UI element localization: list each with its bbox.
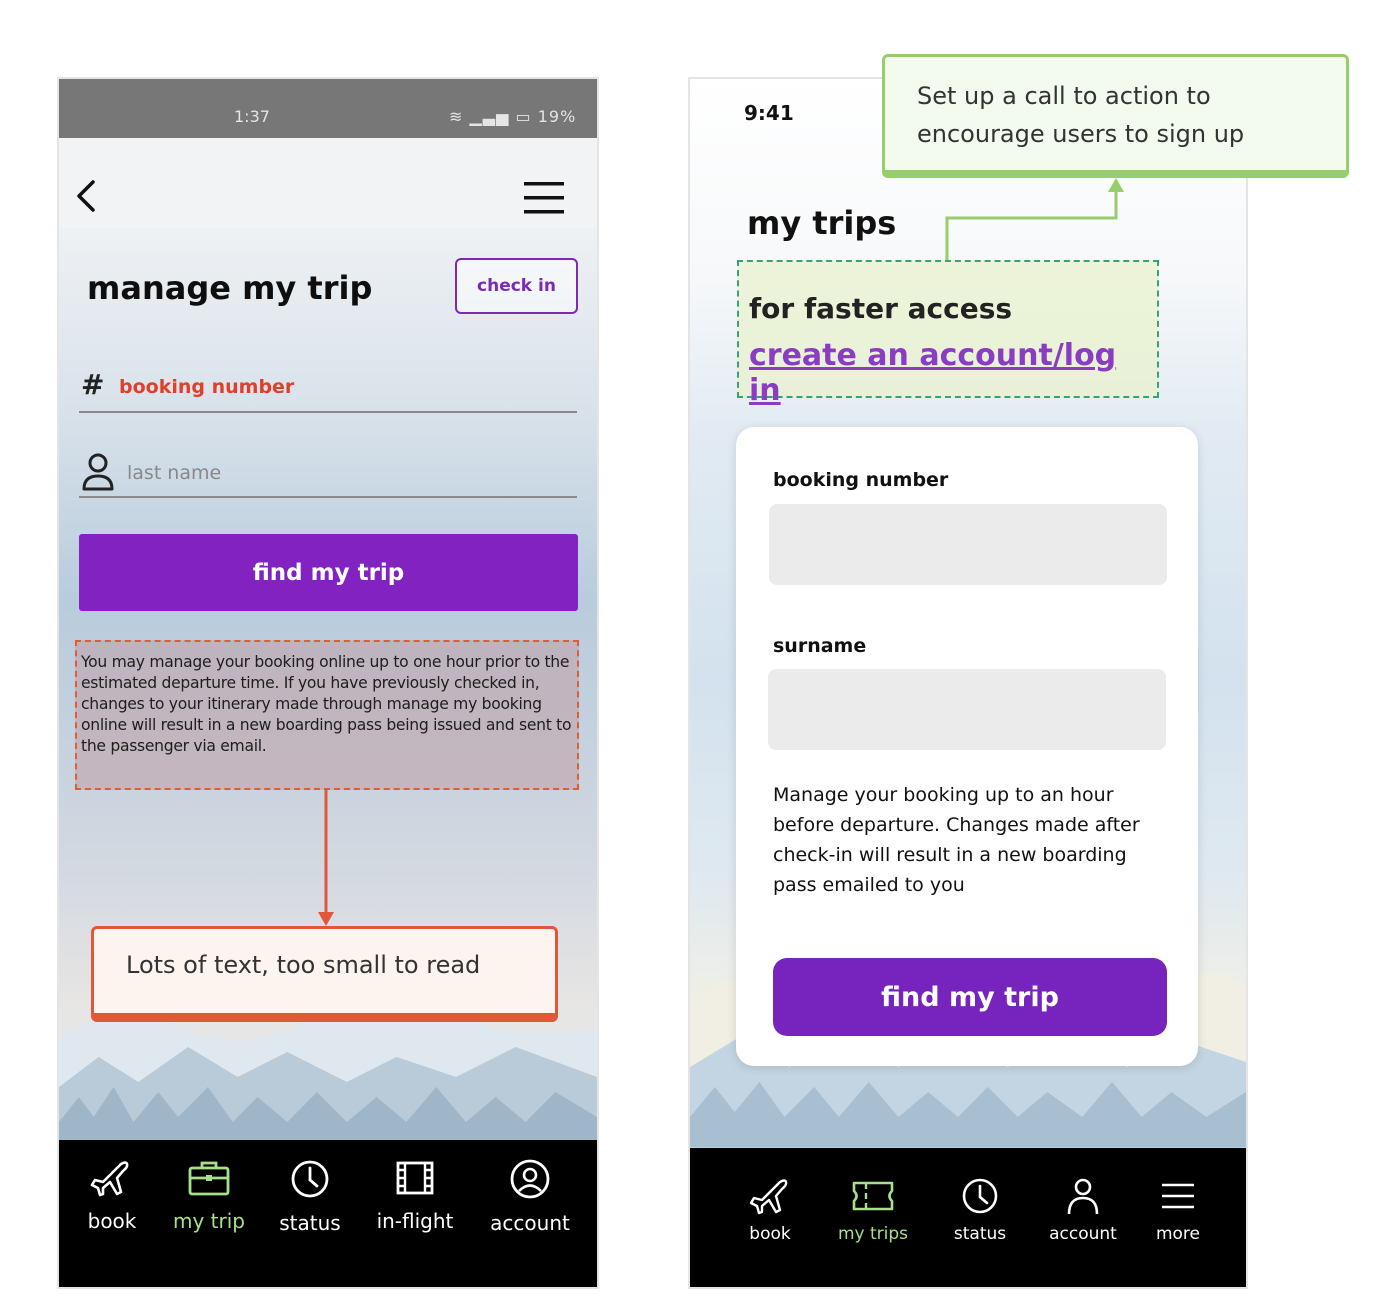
battery-percent: 19% — [537, 107, 577, 126]
cta-highlight: for faster access create an account/log … — [737, 260, 1159, 408]
find-my-trip-button[interactable]: find my trip — [79, 534, 578, 611]
booking-number-placeholder: booking number — [119, 376, 295, 398]
nav-my-trip[interactable]: my trip — [171, 1158, 247, 1233]
booking-number-input[interactable] — [769, 504, 1167, 585]
nav-my-trips[interactable]: my trips — [832, 1176, 914, 1244]
plane-icon — [90, 1161, 129, 1197]
nav-book[interactable]: book — [736, 1176, 804, 1244]
nav-in-flight-label: in-flight — [376, 1209, 454, 1233]
status-time: 9:41 — [744, 101, 794, 125]
booking-number-label: booking number — [773, 469, 949, 491]
status-icons: ≋ ▁▃▅ ▭ 19% — [449, 107, 576, 126]
page-title: my trips — [747, 204, 897, 242]
cta-text: for faster access — [749, 292, 1013, 325]
nav-status[interactable]: status — [948, 1176, 1012, 1244]
top-bar — [59, 138, 597, 228]
signal-icon: ▁▃▅ — [469, 107, 510, 126]
surname-label: surname — [773, 635, 867, 657]
nav-book-label: book — [87, 1209, 137, 1233]
nav-more-label: more — [1155, 1224, 1201, 1244]
back-chevron-icon[interactable] — [73, 176, 99, 216]
menu-icon — [1162, 1183, 1194, 1209]
nav-in-flight[interactable]: in-flight — [369, 1158, 461, 1233]
find-my-trip-button[interactable]: find my trip — [773, 958, 1167, 1036]
old-design-screen: 1:37 ≋ ▁▃▅ ▭ 19% manage my trip check in… — [57, 77, 599, 1289]
help-text: Manage your booking up to an hour before… — [773, 784, 1140, 896]
last-name-field[interactable]: last name — [79, 448, 577, 498]
nav-account-label: account — [490, 1211, 570, 1235]
annotation-arrow-left — [318, 788, 334, 926]
create-account-link[interactable]: create an account/log in — [749, 338, 1157, 408]
person-icon — [82, 453, 114, 491]
info-text-highlight: You may manage your booking online up to… — [75, 640, 579, 790]
bottom-nav: book my trip status in-flight account — [59, 1140, 597, 1287]
annotation-arrow-right — [945, 178, 1124, 260]
hash-icon: # — [81, 368, 105, 401]
clock-icon — [291, 1160, 329, 1198]
status-time: 1:37 — [234, 107, 270, 126]
nav-book-label: book — [749, 1224, 791, 1244]
nav-status[interactable]: status — [277, 1158, 343, 1235]
bottom-nav: book my trips status account more — [690, 1148, 1246, 1287]
check-in-button[interactable]: check in — [455, 258, 578, 314]
annotation-callout-left: Lots of text, too small to read — [91, 926, 558, 1022]
last-name-placeholder: last name — [127, 462, 222, 484]
nav-book[interactable]: book — [79, 1158, 145, 1233]
nav-status-label: status — [953, 1224, 1007, 1244]
nav-my-trip-label: my trip — [173, 1209, 245, 1233]
nav-account-label: account — [1049, 1224, 1117, 1244]
status-bar: 1:37 ≋ ▁▃▅ ▭ 19% — [59, 79, 597, 138]
nav-more[interactable]: more — [1148, 1176, 1208, 1244]
booking-form-card: booking number surname Manage your booki… — [736, 427, 1198, 1066]
nav-account[interactable]: account — [1044, 1176, 1122, 1244]
page-title: manage my trip — [87, 269, 373, 307]
clock-icon — [962, 1178, 998, 1214]
wifi-icon: ≋ — [449, 107, 464, 126]
nav-account[interactable]: account — [485, 1158, 575, 1235]
surname-input[interactable] — [768, 669, 1166, 750]
hamburger-menu-icon[interactable] — [523, 179, 565, 217]
user-icon — [1067, 1178, 1099, 1215]
annotation-callout-right: Set up a call to action to encourage use… — [882, 54, 1349, 178]
info-text: You may manage your booking online up to… — [81, 653, 572, 755]
user-circle-icon — [510, 1159, 550, 1199]
plane-icon — [749, 1179, 788, 1215]
nav-status-label: status — [279, 1211, 341, 1235]
annotation-text-right: Set up a call to action to encourage use… — [917, 82, 1245, 148]
nav-my-trips-label: my trips — [837, 1224, 909, 1244]
ticket-icon — [852, 1181, 894, 1211]
booking-number-field[interactable]: # booking number — [79, 364, 577, 413]
battery-icon: ▭ — [515, 107, 532, 126]
briefcase-icon — [188, 1161, 230, 1196]
annotation-text-left: Lots of text, too small to read — [126, 951, 481, 979]
film-icon — [396, 1161, 434, 1195]
